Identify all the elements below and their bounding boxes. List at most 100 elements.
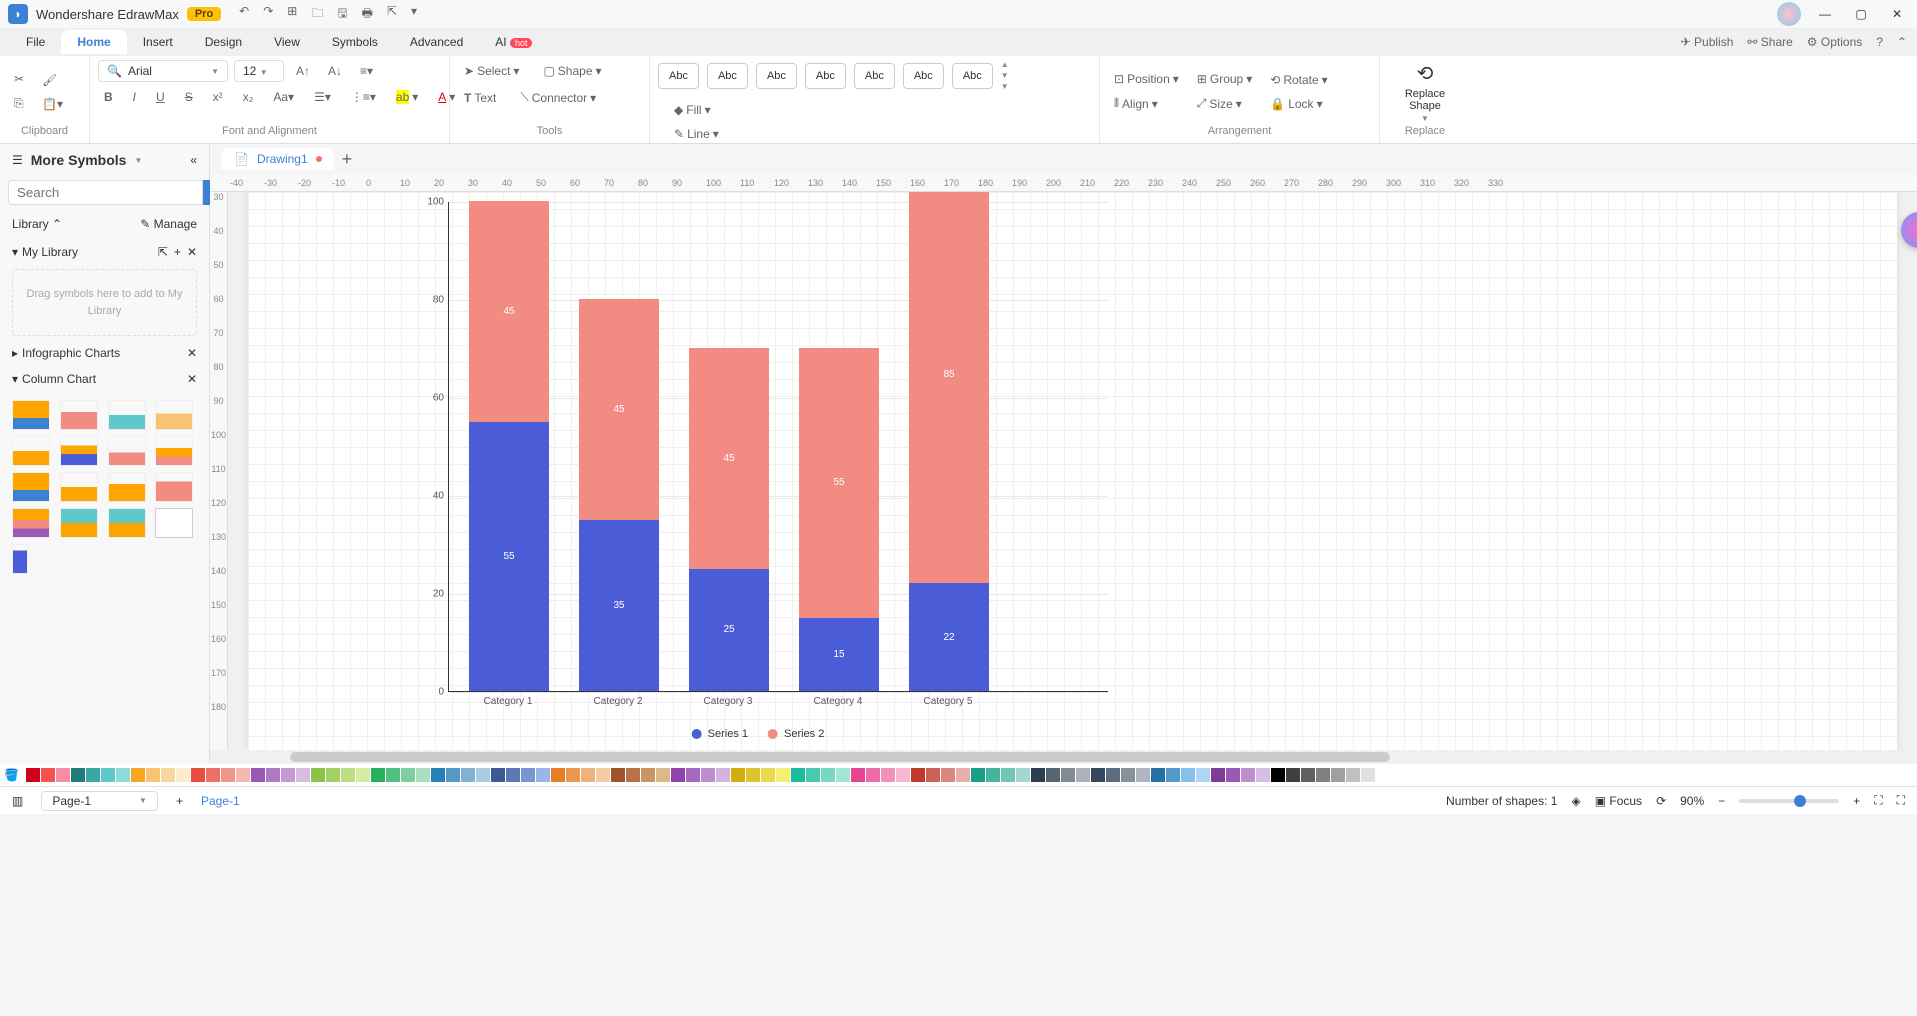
- underline-icon[interactable]: U: [150, 86, 171, 108]
- color-swatch[interactable]: [1046, 768, 1060, 782]
- color-swatch[interactable]: [1091, 768, 1105, 782]
- sidebar-dropdown-icon[interactable]: ▼: [134, 156, 142, 165]
- color-swatch[interactable]: [536, 768, 550, 782]
- menu-home[interactable]: Home: [61, 30, 126, 54]
- fit-page-icon[interactable]: ⛶: [1874, 793, 1882, 808]
- shape-tool[interactable]: ▢ Shape ▾: [537, 60, 607, 82]
- color-swatch[interactable]: [476, 768, 490, 782]
- line-spacing-icon[interactable]: ☰▾: [308, 86, 337, 108]
- strikethrough-icon[interactable]: S: [179, 86, 199, 108]
- new-tab-button[interactable]: +: [342, 149, 353, 170]
- chart-thumbnail[interactable]: [12, 544, 28, 574]
- color-swatch[interactable]: [701, 768, 715, 782]
- color-swatch[interactable]: [1256, 768, 1270, 782]
- color-swatch[interactable]: [671, 768, 685, 782]
- increase-font-icon[interactable]: A↑: [290, 60, 316, 82]
- color-swatch[interactable]: [656, 768, 670, 782]
- position-button[interactable]: ⊡ Position ▾: [1108, 68, 1185, 90]
- decrease-font-icon[interactable]: A↓: [322, 60, 348, 82]
- chart-thumbnail[interactable]: [12, 472, 50, 502]
- color-swatch[interactable]: [581, 768, 595, 782]
- color-swatch[interactable]: [911, 768, 925, 782]
- menu-insert[interactable]: Insert: [127, 30, 189, 54]
- style-swatch[interactable]: Abc: [903, 63, 944, 89]
- user-avatar[interactable]: [1777, 2, 1801, 26]
- color-swatch[interactable]: [251, 768, 265, 782]
- color-swatch[interactable]: [1286, 768, 1300, 782]
- color-swatch[interactable]: [101, 768, 115, 782]
- highlight-icon[interactable]: ab▾: [390, 86, 424, 108]
- color-swatch[interactable]: [431, 768, 445, 782]
- color-swatch[interactable]: [341, 768, 355, 782]
- color-swatch[interactable]: [461, 768, 475, 782]
- my-library-header[interactable]: ▾ My Library: [12, 245, 78, 259]
- color-swatch[interactable]: [1001, 768, 1015, 782]
- color-swatch[interactable]: [1376, 768, 1390, 782]
- text-tool[interactable]: T Text: [458, 86, 502, 109]
- export-library-icon[interactable]: ⇱: [158, 245, 168, 259]
- color-swatch[interactable]: [416, 768, 430, 782]
- color-swatch[interactable]: [1226, 768, 1240, 782]
- connector-tool[interactable]: ⟍ Connector ▾: [514, 86, 602, 109]
- chart-thumbnail[interactable]: [155, 508, 193, 538]
- fill-button[interactable]: ◆ Fill ▾: [668, 99, 745, 121]
- chart-thumbnail[interactable]: [155, 400, 193, 430]
- color-swatch[interactable]: [41, 768, 55, 782]
- color-swatch[interactable]: [1346, 768, 1360, 782]
- color-swatch[interactable]: [371, 768, 385, 782]
- publish-button[interactable]: ✈ Publish: [1681, 35, 1734, 49]
- color-swatch[interactable]: [1196, 768, 1210, 782]
- color-swatch[interactable]: [686, 768, 700, 782]
- close-column-chart-icon[interactable]: ✕: [187, 372, 197, 386]
- ai-assistant-button[interactable]: [1901, 212, 1917, 248]
- color-swatch[interactable]: [836, 768, 850, 782]
- chart-thumbnail[interactable]: [60, 436, 98, 466]
- color-swatch[interactable]: [131, 768, 145, 782]
- chart-thumbnail[interactable]: [108, 400, 146, 430]
- color-swatch[interactable]: [446, 768, 460, 782]
- collapse-ribbon-icon[interactable]: ⌃: [1897, 35, 1907, 49]
- color-swatch[interactable]: [986, 768, 1000, 782]
- menu-design[interactable]: Design: [189, 30, 258, 54]
- horizontal-scrollbar[interactable]: [210, 750, 1917, 764]
- color-swatch[interactable]: [941, 768, 955, 782]
- color-swatch[interactable]: [161, 768, 175, 782]
- style-swatch[interactable]: Abc: [756, 63, 797, 89]
- font-size-select[interactable]: 12 ▼: [234, 60, 284, 82]
- style-more-icon[interactable]: ▼: [1001, 82, 1009, 91]
- help-icon[interactable]: ?: [1876, 35, 1883, 49]
- color-swatch[interactable]: [116, 768, 130, 782]
- style-up-icon[interactable]: ▲: [1001, 60, 1009, 69]
- color-swatch[interactable]: [401, 768, 415, 782]
- more-icon[interactable]: ▾: [411, 4, 417, 25]
- add-library-icon[interactable]: +: [174, 245, 181, 259]
- color-swatch[interactable]: [206, 768, 220, 782]
- menu-ai[interactable]: AI hot: [479, 30, 548, 54]
- active-page-tab[interactable]: Page-1: [201, 794, 240, 808]
- stacked-bar-chart[interactable]: 02040608010045554535452555158522Category…: [408, 192, 1108, 750]
- color-swatch[interactable]: [611, 768, 625, 782]
- symbol-search-input[interactable]: [8, 180, 203, 205]
- size-button[interactable]: ⤢ Size ▾: [1191, 92, 1258, 115]
- style-swatch[interactable]: Abc: [805, 63, 846, 89]
- replace-shape-button[interactable]: ⟲ Replace Shape ▼: [1388, 61, 1462, 123]
- color-swatch[interactable]: [746, 768, 760, 782]
- line-button[interactable]: ✎ Line ▾: [668, 123, 745, 145]
- column-chart-header[interactable]: ▾ Column Chart: [12, 372, 96, 386]
- color-swatch[interactable]: [806, 768, 820, 782]
- style-swatch[interactable]: Abc: [952, 63, 993, 89]
- chart-thumbnail[interactable]: [12, 400, 50, 430]
- chart-thumbnail[interactable]: [12, 436, 50, 466]
- minimize-button[interactable]: —: [1813, 7, 1837, 21]
- style-swatch[interactable]: Abc: [658, 63, 699, 89]
- new-icon[interactable]: ⊞: [287, 4, 297, 25]
- color-swatch[interactable]: [1271, 768, 1285, 782]
- menu-symbols[interactable]: Symbols: [316, 30, 394, 54]
- color-swatch[interactable]: [761, 768, 775, 782]
- library-drop-zone[interactable]: Drag symbols here to add to My Library: [12, 269, 197, 336]
- font-family-select[interactable]: 🔍 Arial▼: [98, 60, 228, 82]
- color-swatch[interactable]: [311, 768, 325, 782]
- cut-icon[interactable]: ✂: [8, 68, 30, 90]
- color-swatch[interactable]: [296, 768, 310, 782]
- page-nav-icon[interactable]: ▥: [12, 794, 23, 808]
